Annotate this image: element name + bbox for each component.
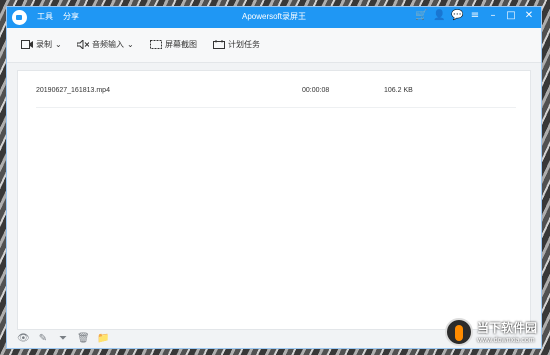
- title-bar-icons: 🛒 👤 💬 ≡ – □ ✕: [415, 10, 535, 22]
- screenshot-label: 屏幕截图: [165, 40, 197, 49]
- app-window: 工具 分享 Apowersoft录屏王 🛒 👤 💬 ≡ – □ ✕ 录制 ⌄ 音…: [6, 6, 542, 349]
- minimize-icon[interactable]: –: [487, 10, 499, 22]
- chevron-down-icon[interactable]: ⌄: [127, 40, 134, 49]
- watermark-logo: [445, 318, 473, 346]
- pencil-icon[interactable]: ✎: [37, 333, 49, 345]
- filter-icon[interactable]: ⏷: [57, 333, 69, 345]
- speaker-icon: [77, 40, 89, 49]
- calendar-icon: [213, 40, 225, 49]
- title-bar: 工具 分享 Apowersoft录屏王 🛒 👤 💬 ≡ – □ ✕: [7, 7, 541, 28]
- close-icon[interactable]: ✕: [523, 10, 535, 22]
- maximize-icon[interactable]: □: [505, 10, 517, 22]
- screenshot-button[interactable]: 屏幕截图: [150, 39, 197, 50]
- user-icon[interactable]: 👤: [433, 10, 445, 22]
- list-item[interactable]: 20190627_161813.mp4 00:00:08 106.2 KB: [18, 84, 530, 100]
- screenshot-icon: [150, 40, 162, 49]
- watermark-url: www.downxia.com: [477, 337, 535, 344]
- cart-icon[interactable]: 🛒: [415, 10, 427, 22]
- toolbar: 录制 ⌄ 音频输入 ⌄ 屏幕截图 计划任务: [7, 28, 541, 63]
- watermark: 当下软件园 www.downxia.com: [445, 317, 540, 349]
- chat-icon[interactable]: 💬: [451, 10, 463, 22]
- folder-icon[interactable]: 📁: [97, 333, 109, 345]
- file-duration: 00:00:08: [302, 87, 330, 94]
- schedule-button[interactable]: 计划任务: [213, 39, 260, 50]
- trash-icon[interactable]: 🗑: [77, 333, 90, 345]
- record-label: 录制: [36, 40, 52, 49]
- bottom-toolbar: 👁 ✎ ⏷ 🗑 📁: [17, 333, 137, 347]
- row-divider: [36, 107, 516, 108]
- record-button[interactable]: 录制 ⌄: [21, 39, 62, 50]
- eye-icon[interactable]: 👁: [17, 333, 30, 345]
- file-list-panel: 20190627_161813.mp4 00:00:08 106.2 KB: [17, 70, 531, 330]
- watermark-text: 当下软件园: [477, 321, 538, 335]
- audio-input-button[interactable]: 音频输入 ⌄: [77, 39, 134, 50]
- chevron-down-icon[interactable]: ⌄: [55, 40, 62, 49]
- menu-icon[interactable]: ≡: [469, 10, 481, 22]
- file-name: 20190627_161813.mp4: [36, 87, 110, 94]
- audio-label: 音频输入: [92, 40, 124, 49]
- schedule-label: 计划任务: [228, 40, 260, 49]
- camera-icon: [21, 40, 33, 49]
- file-size: 106.2 KB: [384, 87, 413, 94]
